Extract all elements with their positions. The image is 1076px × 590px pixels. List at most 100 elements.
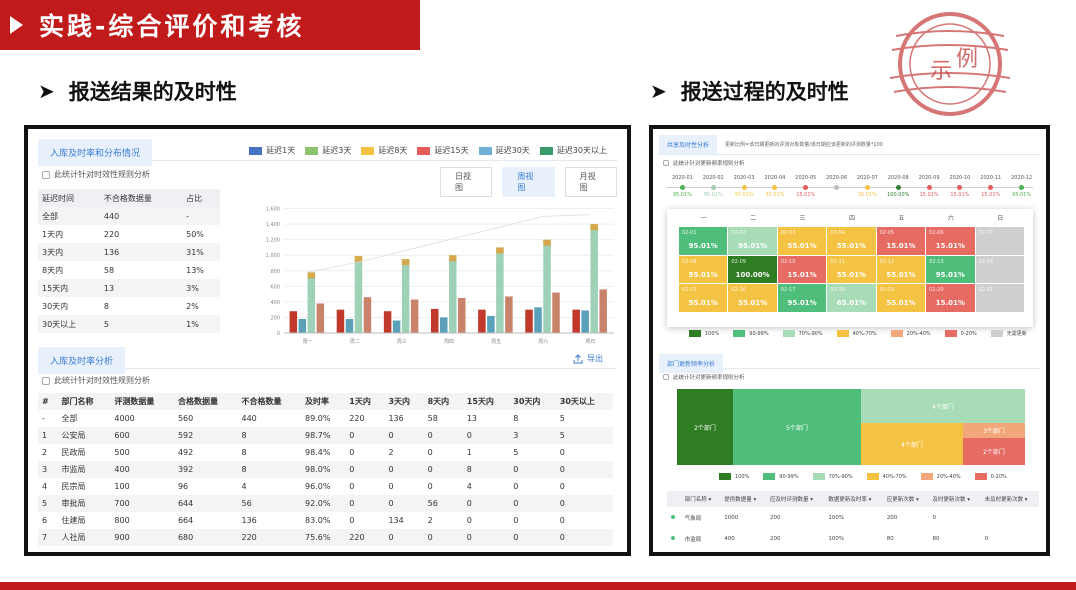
- calendar-cell[interactable]: 02-04 55.01%: [827, 227, 876, 255]
- calendar-cell[interactable]: 02-03 55.01%: [777, 227, 827, 255]
- timeline-dot[interactable]: [710, 185, 716, 190]
- calendar-cell[interactable]: 02-17 95.01%: [777, 284, 827, 312]
- legend-entry[interactable]: 20%-40%: [890, 330, 931, 337]
- table-row[interactable]: 4 民宗局 100 96 4 96.0% 0 0 0 4 0 0: [38, 478, 613, 495]
- chart-bar[interactable]: [505, 296, 513, 333]
- timeline-month[interactable]: 2020-04: [761, 175, 789, 181]
- calendar-cell[interactable]: 02-13 95.01%: [926, 255, 975, 284]
- chart-bar[interactable]: [307, 272, 316, 333]
- legend-entry[interactable]: 延迟30天: [478, 145, 530, 156]
- table-row[interactable]: - 全部 4000 560 440 89.0% 220 136 58 13 8 5: [38, 410, 613, 427]
- timeline-dot[interactable]: [679, 185, 685, 190]
- treemap-block[interactable]: 2个部门: [963, 438, 1025, 465]
- calendar-cell[interactable]: 02-12 55.01%: [876, 255, 926, 284]
- table-row[interactable]: 1 公安局 600 592 8 98.7% 0 0 0 0 3 5: [38, 427, 613, 444]
- legend-entry[interactable]: 90-99%: [733, 330, 769, 337]
- legend-entry[interactable]: 无需更新: [990, 330, 1027, 337]
- calendar-cell[interactable]: 02-09 100.00%: [728, 255, 777, 284]
- table-row[interactable]: 3 市监局 400 392 8 98.0% 0 0 0 8 0 0: [38, 461, 613, 478]
- chart-bar[interactable]: [392, 320, 401, 333]
- table-row[interactable]: 7 人社局 900 680 220 75.6% 220 0 0 0 0 0: [38, 529, 613, 546]
- timeline-dot[interactable]: [1019, 185, 1025, 190]
- treemap-block[interactable]: 4个部门: [861, 423, 963, 465]
- legend-entry[interactable]: 40%-70%: [866, 473, 907, 480]
- timeline-dot[interactable]: [926, 185, 932, 190]
- calendar-cell[interactable]: 02-08 55.01%: [679, 255, 728, 284]
- timeline-month[interactable]: 2020-09: [915, 175, 943, 181]
- tab-share-timeliness[interactable]: 共享及时性分析: [659, 135, 718, 154]
- treemap-block[interactable]: 4个部门: [861, 389, 1025, 423]
- chart-bar[interactable]: [401, 259, 410, 333]
- column-header[interactable]: 提供数据量 ▾: [720, 491, 766, 507]
- chart-bar[interactable]: [410, 299, 419, 333]
- legend-entry[interactable]: 100%: [689, 330, 719, 337]
- export-button[interactable]: 导出: [573, 353, 603, 364]
- calendar-cell[interactable]: 02-15 55.01%: [679, 284, 728, 312]
- table-row[interactable]: 1天内 220 50%: [38, 225, 220, 243]
- legend-entry[interactable]: 延迟15天: [417, 145, 469, 156]
- calendar-cell[interactable]: 02-07: [975, 227, 1024, 255]
- legend-entry[interactable]: 0-20%: [974, 473, 1007, 480]
- calendar-cell[interactable]: 02-14: [975, 255, 1024, 284]
- timeline-dot[interactable]: [895, 185, 901, 190]
- timeline-dot[interactable]: [988, 185, 994, 190]
- chart-bar[interactable]: [581, 310, 589, 333]
- tab-storage-timeliness[interactable]: 入库及时率和分布情况: [38, 139, 153, 166]
- calendar-cell[interactable]: 02-20 15.01%: [926, 284, 975, 312]
- column-header[interactable]: 部门名称 ▾: [680, 491, 721, 507]
- chart-bar[interactable]: [478, 309, 486, 333]
- column-header[interactable]: 未及时更新次数 ▾: [980, 491, 1039, 507]
- legend-entry[interactable]: 40%-70%: [836, 330, 877, 337]
- table-row[interactable]: 6 住建局 800 664 136 83.0% 0 134 2 0 0 0: [38, 512, 613, 529]
- legend-entry[interactable]: 90-99%: [763, 473, 799, 480]
- table-row[interactable]: 8天内 58 13%: [38, 261, 220, 279]
- chart-bar[interactable]: [431, 308, 439, 333]
- table-row[interactable]: 30天内 8 2%: [38, 297, 220, 315]
- calendar-cell[interactable]: 02-02 95.01%: [728, 227, 777, 255]
- tab-dept-frequency[interactable]: 部门更新频率分析: [659, 354, 724, 373]
- timeline-dot[interactable]: [957, 185, 963, 190]
- table-row[interactable]: 3天内 136 31%: [38, 243, 220, 261]
- calendar-cell[interactable]: 02-16 55.01%: [728, 284, 777, 312]
- chart-bar[interactable]: [496, 247, 504, 333]
- calendar-cell[interactable]: 02-10 15.01%: [777, 255, 827, 284]
- checkbox-icon[interactable]: [663, 160, 669, 166]
- table-row[interactable]: 30天以上 5 1%: [38, 315, 220, 333]
- timeline-dot[interactable]: [834, 185, 840, 190]
- chart-bar[interactable]: [383, 311, 392, 333]
- treemap-block[interactable]: 5个部门: [733, 389, 861, 465]
- calendar-cell[interactable]: 02-19 55.01%: [876, 284, 926, 312]
- legend-entry[interactable]: 延迟1天: [249, 145, 295, 156]
- chart-bar[interactable]: [543, 239, 551, 333]
- chart-bar[interactable]: [599, 289, 607, 333]
- tab-timeliness-analysis[interactable]: 入库及时率分析: [38, 347, 126, 374]
- legend-entry[interactable]: 20%-40%: [920, 473, 961, 480]
- table-row[interactable]: 市监局 400 200 100% 80 80 0: [667, 528, 1039, 549]
- treemap-block[interactable]: 2个部门: [677, 389, 733, 465]
- checkbox-icon[interactable]: [42, 376, 50, 385]
- timeline-dot[interactable]: [803, 185, 809, 190]
- checkbox-icon[interactable]: [42, 170, 50, 179]
- legend-entry[interactable]: 延迟30天以上: [539, 145, 607, 156]
- timeline-month[interactable]: 2020-05: [792, 175, 820, 181]
- timeline-dot[interactable]: [741, 185, 747, 190]
- column-header[interactable]: 应及时评测数量 ▾: [765, 491, 825, 507]
- legend-entry[interactable]: 延迟3天: [305, 145, 351, 156]
- chart-bar[interactable]: [572, 309, 580, 333]
- treemap-block[interactable]: 3个部门: [963, 423, 1025, 438]
- rule-checkbox[interactable]: 此统计针对时效性规则分析: [42, 169, 150, 180]
- rule-checkbox-2[interactable]: 此统计针对时效性规则分析: [42, 375, 150, 386]
- chart-bar[interactable]: [298, 319, 307, 333]
- legend-entry[interactable]: 延迟8天: [361, 145, 407, 156]
- legend-entry[interactable]: 70%-90%: [812, 473, 853, 480]
- chart-bar[interactable]: [534, 307, 542, 333]
- column-header[interactable]: 数据更新及时率 ▾: [824, 491, 883, 507]
- timeline-month[interactable]: 2020-07: [853, 175, 881, 181]
- chart-bar[interactable]: [525, 309, 533, 333]
- column-header[interactable]: 应更新次数 ▾: [882, 491, 929, 507]
- table-row[interactable]: 5 审批局 700 644 56 92.0% 0 0 56 0 0 0: [38, 495, 613, 512]
- timeline-month[interactable]: 2020-06: [823, 175, 851, 181]
- chart-bar[interactable]: [487, 315, 495, 333]
- timeline-month[interactable]: 2020-01: [668, 175, 696, 181]
- chart-bar[interactable]: [440, 317, 448, 333]
